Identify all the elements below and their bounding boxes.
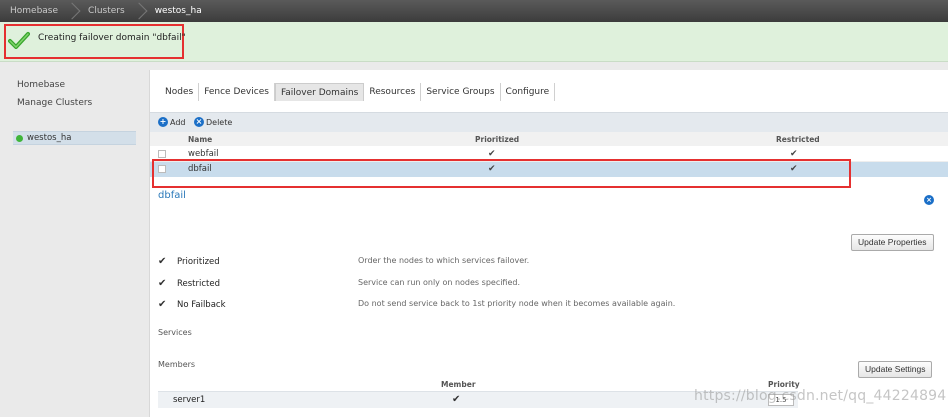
delete-button[interactable]: × Delete [194,117,232,127]
tab-failover-domains[interactable]: Failover Domains [274,83,365,101]
cluster-name: westos_ha [27,133,72,143]
update-settings-button[interactable]: Update Settings [858,361,933,378]
sidebar-link-manage-clusters[interactable]: Manage Clusters [17,98,92,108]
option-description: Service can run only on nodes specified. [358,278,521,287]
row-checkbox[interactable] [158,150,166,158]
add-icon: + [158,117,168,127]
restricted-check-icon: ✔ [790,149,798,159]
option-prioritized: ✔ Prioritized [158,256,220,267]
success-notification: Creating failover domain "dbfail" [0,22,948,62]
breadcrumb-clusters[interactable]: Clusters [78,0,135,22]
members-section-label: Members [158,360,196,369]
sidebar-link-homebase[interactable]: Homebase [17,80,65,90]
tab-fence-devices[interactable]: Fence Devices [199,83,275,101]
add-button[interactable]: + Add [158,117,186,127]
success-check-icon [8,32,30,49]
member-name: server1 [173,395,206,405]
option-description: Order the nodes to which services failov… [358,256,530,265]
delete-icon: × [194,117,204,127]
member-checkbox-icon[interactable]: ✔ [452,394,460,405]
option-label: Prioritized [177,256,220,267]
tab-bar: Nodes Fence Devices Failover Domains Res… [160,83,556,101]
toolbar: + Add × Delete [150,112,948,132]
detail-title[interactable]: dbfail [158,190,186,201]
column-header-restricted: Restricted [776,135,820,144]
column-header-name: Name [188,135,213,144]
cluster-status-icon [16,135,23,142]
member-column-header: Member [441,380,476,389]
sidebar-cluster-item[interactable]: westos_ha [13,131,136,145]
option-restricted: ✔ Restricted [158,278,220,289]
main-panel: Nodes Fence Devices Failover Domains Res… [149,70,948,417]
update-properties-button[interactable]: Update Properties [851,234,934,251]
tab-service-groups[interactable]: Service Groups [421,83,501,101]
breadcrumb-separator [68,0,78,22]
option-description: Do not send service back to 1st priority… [358,299,676,308]
prioritized-checkbox-icon[interactable]: ✔ [158,256,168,267]
no-failback-checkbox-icon[interactable]: ✔ [158,299,168,310]
row-name: webfail [188,149,219,159]
breadcrumb-separator [135,0,145,22]
prioritized-check-icon: ✔ [488,149,496,159]
add-label: Add [170,117,186,127]
tab-configure[interactable]: Configure [501,83,556,101]
delete-label: Delete [206,117,233,127]
selected-row-highlight [152,159,851,188]
breadcrumb-homebase[interactable]: Homebase [0,0,68,22]
services-section-label: Services [158,328,192,337]
option-label: No Failback [177,299,226,310]
watermark: https://blog.csdn.net/qq_44224894 [694,388,947,404]
option-label: Restricted [177,278,221,289]
close-icon[interactable]: × [924,195,934,205]
tab-resources[interactable]: Resources [364,83,422,101]
column-header-prioritized: Prioritized [475,135,520,144]
notification-message: Creating failover domain "dbfail" [38,33,186,43]
breadcrumb-current: westos_ha [154,6,202,16]
option-no-failback: ✔ No Failback [158,299,226,310]
table-header: Name Prioritized Restricted [150,132,948,146]
tab-nodes[interactable]: Nodes [160,83,200,101]
restricted-checkbox-icon[interactable]: ✔ [158,278,168,289]
breadcrumb: Homebase Clusters westos_ha [0,0,948,22]
